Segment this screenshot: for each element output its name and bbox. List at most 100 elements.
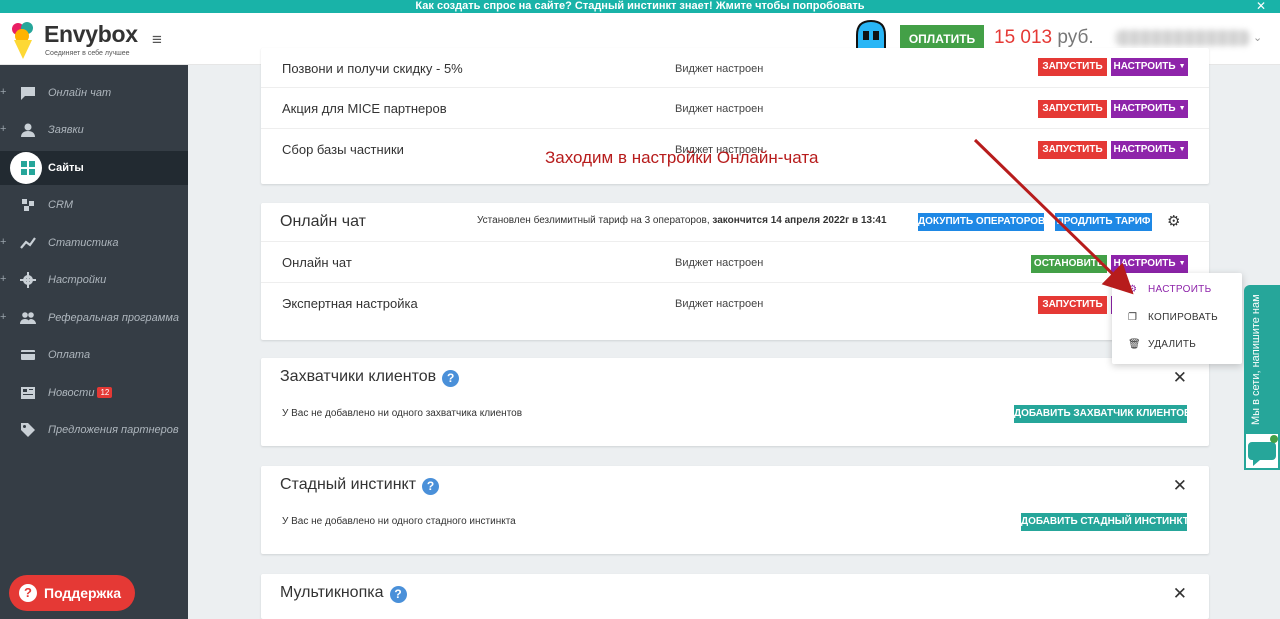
card-title: Захватчики клиентов? bbox=[280, 368, 460, 387]
help-icon: ? bbox=[19, 584, 37, 602]
caret-down-icon: ▼ bbox=[1178, 260, 1186, 267]
configure-dropdown-button[interactable]: НАСТРОИТЬ ▼ bbox=[1111, 255, 1188, 273]
card-title-text: Мультикнопка bbox=[280, 584, 384, 601]
expand-plus-icon[interactable]: + bbox=[0, 123, 6, 135]
account-email-blurred[interactable] bbox=[1115, 30, 1250, 46]
help-icon[interactable]: ? bbox=[442, 370, 460, 387]
sidebar-item-label: Сайты bbox=[48, 162, 84, 174]
widget-row: Экспертная настройка Виджет настроен ЗАП… bbox=[261, 282, 1209, 323]
sidebar-item-sites[interactable]: Сайты bbox=[0, 151, 188, 185]
add-herd-instinct-button[interactable]: ДОБАВИТЬ СТАДНЫЙ ИНСТИНКТ bbox=[1021, 513, 1189, 531]
close-icon[interactable]: ✕ bbox=[1173, 368, 1187, 388]
dropdown-item-delete[interactable]: 🗑 УДАЛИТЬ bbox=[1128, 339, 1196, 350]
sidebar-item-label: Новости 12 bbox=[48, 387, 113, 399]
online-chat-card: Онлайн чат Установлен безлимитный тариф … bbox=[261, 203, 1209, 340]
gear-icon[interactable]: ⚙ bbox=[1167, 212, 1180, 230]
stop-button[interactable]: ОСТАНОВИТЬ bbox=[1031, 255, 1107, 273]
news-icon bbox=[21, 387, 35, 399]
run-button[interactable]: ЗАПУСТИТЬ bbox=[1038, 100, 1107, 118]
help-icon[interactable]: ? bbox=[422, 478, 440, 495]
chart-icon bbox=[20, 237, 36, 249]
sidebar-item-settings[interactable]: + Настройки bbox=[0, 263, 188, 297]
gear-icon: ⚙ bbox=[1128, 284, 1138, 295]
sidebar-item-payment[interactable]: Оплата bbox=[0, 338, 188, 372]
hamburger-menu-icon[interactable]: ≡ bbox=[152, 30, 162, 50]
balance-currency: руб. bbox=[1057, 27, 1094, 48]
promo-bar[interactable]: Как создать спрос на сайте? Стадный инст… bbox=[0, 0, 1280, 13]
support-button[interactable]: ? Поддержка bbox=[9, 575, 135, 611]
sidebar-item-statistics[interactable]: + Статистика bbox=[0, 226, 188, 260]
widget-name: Экспертная настройка bbox=[282, 296, 418, 311]
widget-name: Позвони и получи скидку - 5% bbox=[282, 61, 463, 76]
close-icon[interactable]: ✕ bbox=[1173, 476, 1187, 496]
widget-row: Акция для MICE партнеров Виджет настроен… bbox=[261, 87, 1209, 128]
sidebar-item-requests[interactable]: + Заявки bbox=[0, 113, 188, 147]
dropdown-item-configure[interactable]: ⚙ НАСТРОИТЬ bbox=[1128, 284, 1211, 295]
widget-row: Онлайн чат Виджет настроен ОСТАНОВИТЬ НА… bbox=[261, 241, 1209, 282]
widget-row: Позвони и получи скидку - 5% Виджет наст… bbox=[261, 48, 1209, 89]
promo-bar-text[interactable]: Как создать спрос на сайте? Стадный инст… bbox=[415, 0, 864, 12]
sidebar-item-label: Онлайн чат bbox=[48, 87, 112, 99]
card-title: Стадный инстинкт? bbox=[280, 476, 440, 495]
run-button[interactable]: ЗАПУСТИТЬ bbox=[1038, 296, 1107, 314]
expand-plus-icon[interactable]: + bbox=[0, 236, 6, 248]
configure-label: НАСТРОИТЬ bbox=[1113, 103, 1176, 114]
group-icon bbox=[20, 312, 36, 324]
account-chevron-down-icon[interactable]: ⌄ bbox=[1253, 31, 1262, 44]
annotation-text: Заходим в настройки Онлайн-чата bbox=[545, 148, 819, 167]
dropdown-item-label: КОПИРОВАТЬ bbox=[1148, 312, 1218, 323]
news-label: Новости bbox=[48, 387, 95, 399]
tariff-expiry: закончится 14 апреля 2022г в 13:41 bbox=[712, 215, 887, 226]
trash-icon: 🗑 bbox=[1128, 339, 1141, 350]
news-badge: 12 bbox=[97, 387, 113, 398]
dropdown-item-copy[interactable]: ❐ КОПИРОВАТЬ bbox=[1128, 312, 1218, 323]
configure-dropdown-button[interactable]: НАСТРОИТЬ ▼ bbox=[1111, 141, 1188, 159]
chat-widget-button[interactable] bbox=[1244, 432, 1280, 470]
balance-amount: 15 013 bbox=[994, 27, 1053, 48]
empty-text: У Вас не добавлено ни одного стадного ин… bbox=[282, 516, 516, 527]
caret-down-icon: ▼ bbox=[1178, 146, 1186, 153]
caret-down-icon: ▼ bbox=[1178, 63, 1186, 70]
sidebar-item-crm[interactable]: CRM bbox=[0, 188, 188, 222]
run-button[interactable]: ЗАПУСТИТЬ bbox=[1038, 58, 1107, 76]
widget-status: Виджет настроен bbox=[675, 298, 764, 310]
sidebar-item-news[interactable]: Новости 12 bbox=[0, 376, 188, 410]
close-icon[interactable]: ✕ bbox=[1173, 584, 1187, 604]
configure-dropdown-menu: ⚙ НАСТРОИТЬ ❐ КОПИРОВАТЬ 🗑 УДАЛИТЬ bbox=[1112, 273, 1242, 364]
sidebar-item-label: Заявки bbox=[48, 124, 84, 136]
card-title: Онлайн чат bbox=[280, 213, 366, 230]
widget-name: Акция для MICE партнеров bbox=[282, 101, 447, 116]
widget-status: Виджет настроен bbox=[675, 63, 764, 75]
extend-tariff-button[interactable]: ПРОДЛИТЬ ТАРИФ bbox=[1055, 213, 1152, 231]
configure-dropdown-button[interactable]: НАСТРОИТЬ ▼ bbox=[1111, 100, 1188, 118]
expand-plus-icon[interactable]: + bbox=[0, 86, 6, 98]
herd-instinct-card: Стадный инстинкт? ✕ У Вас не добавлено н… bbox=[261, 466, 1209, 554]
chat-widget-label: Мы в сети, напишите нам bbox=[1250, 294, 1262, 425]
sidebar-item-referral[interactable]: + Реферальная программа bbox=[0, 301, 188, 335]
promo-close-icon[interactable]: ✕ bbox=[1256, 0, 1266, 13]
expand-plus-icon[interactable]: + bbox=[0, 273, 6, 285]
chat-bubble-icon bbox=[1248, 435, 1278, 466]
widget-name: Сбор базы частники bbox=[282, 142, 404, 157]
multibutton-card: Мультикнопка? ✕ bbox=[261, 574, 1209, 619]
balance: 15 013 руб. bbox=[994, 27, 1094, 49]
gear-icon bbox=[20, 272, 36, 288]
run-button[interactable]: ЗАПУСТИТЬ bbox=[1038, 141, 1107, 159]
sidebar-item-partner-offers[interactable]: Предложения партнеров bbox=[0, 413, 188, 447]
sidebar-item-online-chat[interactable]: + Онлайн чат bbox=[0, 76, 188, 110]
add-catcher-button[interactable]: ДОБАВИТЬ ЗАХВАТЧИК КЛИЕНТОВ bbox=[1014, 405, 1191, 423]
card-icon bbox=[21, 350, 35, 360]
chat-icon bbox=[21, 87, 35, 100]
buy-operators-button[interactable]: ДОКУПИТЬ ОПЕРАТОРОВ bbox=[918, 213, 1045, 231]
logo-text: Envybox bbox=[44, 21, 138, 47]
sidebar: + Онлайн чат + Заявки Сайты CRM + Статис… bbox=[0, 65, 188, 619]
configure-dropdown-button[interactable]: НАСТРОИТЬ ▼ bbox=[1111, 58, 1188, 76]
sidebar-item-label: Предложения партнеров bbox=[48, 424, 179, 436]
help-icon[interactable]: ? bbox=[389, 586, 407, 603]
logo-tagline: Соединяет в себе лучшее bbox=[45, 50, 130, 57]
chat-widget-label-wrap: Мы в сети, напишите нам bbox=[1244, 285, 1280, 432]
tariff-info-text: Установлен безлимитный тариф на 3 операт… bbox=[477, 215, 710, 226]
support-label: Поддержка bbox=[44, 585, 122, 601]
expand-plus-icon[interactable]: + bbox=[0, 311, 6, 323]
card-title: Мультикнопка? bbox=[280, 584, 407, 603]
